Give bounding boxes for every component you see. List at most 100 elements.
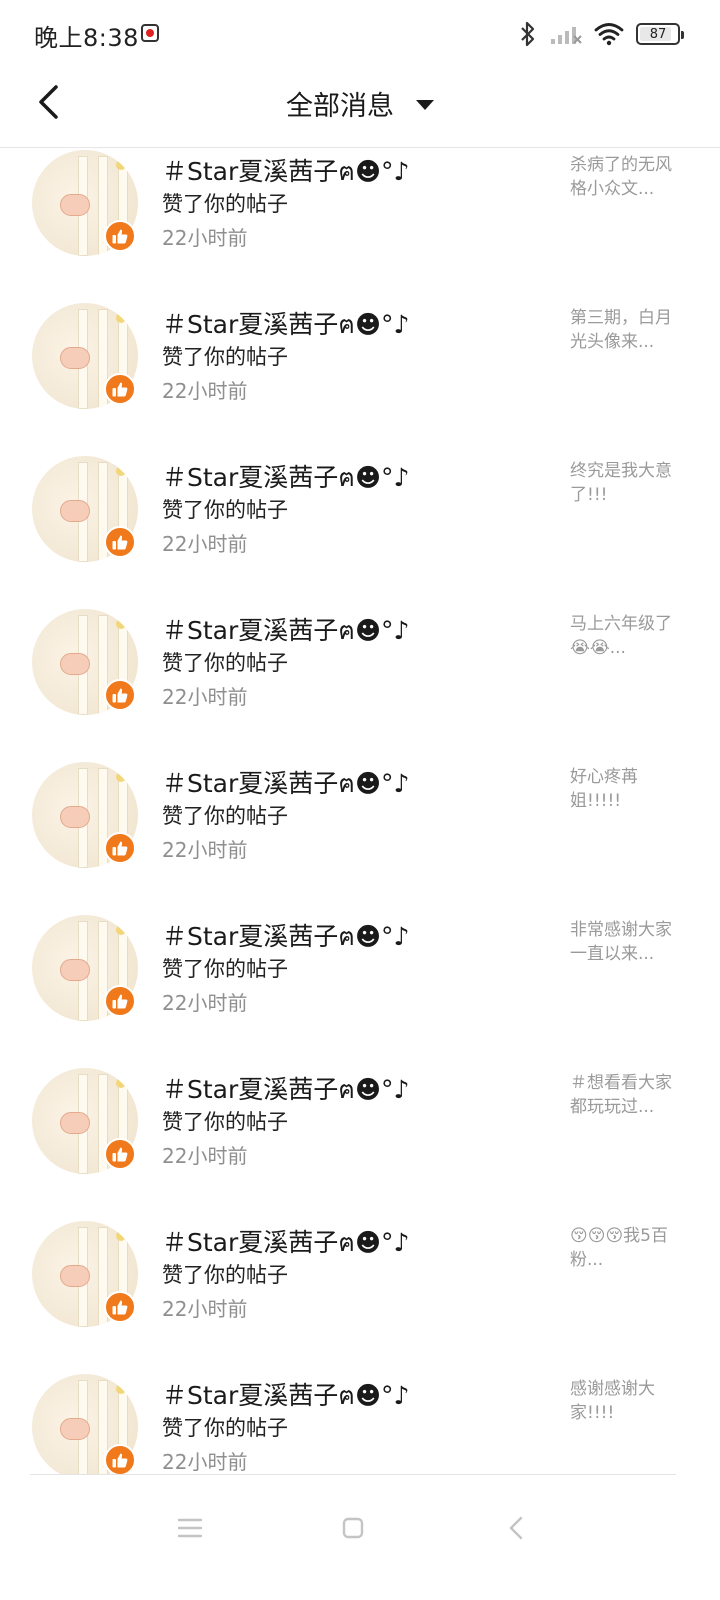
message-time: 22小时前 <box>162 1450 248 1474</box>
post-preview[interactable]: 杀病了的无风格小众文... <box>570 153 680 201</box>
avatar-hand <box>60 347 90 369</box>
thumbs-up-icon <box>112 994 128 1009</box>
like-badge <box>104 526 136 558</box>
message-action: 赞了你的帖子 <box>162 192 288 216</box>
like-badge <box>104 1291 136 1323</box>
thumbs-up-icon <box>112 1453 128 1468</box>
thumbs-up-icon <box>112 841 128 856</box>
post-preview[interactable]: 感谢感谢大家!!!! <box>570 1377 680 1425</box>
status-time: 晚上8:38 <box>34 24 139 52</box>
list-item[interactable]: ＃Star夏溪茜子ฅ☻°♪ 赞了你的帖子 22小时前 😚😚😚我5百粉... <box>0 1221 720 1374</box>
avatar-sparkle <box>116 1078 126 1088</box>
avatar-sparkle <box>116 772 126 782</box>
avatar-sparkle <box>116 313 126 323</box>
like-badge <box>104 373 136 405</box>
message-time: 22小时前 <box>162 685 248 709</box>
thumbs-up-icon <box>112 688 128 703</box>
message-action: 赞了你的帖子 <box>162 345 288 369</box>
message-time: 22小时前 <box>162 226 248 250</box>
list-item[interactable]: ＃Star夏溪茜子ฅ☻°♪ 赞了你的帖子 22小时前 ＃想看看大家都玩玩过... <box>0 1068 720 1221</box>
bluetooth-icon <box>521 21 535 47</box>
list-item[interactable]: ＃Star夏溪茜子ฅ☻°♪ 赞了你的帖子 22小时前 马上六年级了😭😭... <box>0 609 720 762</box>
message-action: 赞了你的帖子 <box>162 1110 288 1134</box>
avatar-hand <box>60 959 90 981</box>
sender-name[interactable]: ＃Star夏溪茜子ฅ☻°♪ <box>162 1070 410 1110</box>
message-time: 22小时前 <box>162 532 248 556</box>
list-item[interactable]: ＃Star夏溪茜子ฅ☻°♪ 赞了你的帖子 22小时前 第三期，白月光头像来... <box>0 303 720 456</box>
thumbs-up-icon <box>112 535 128 550</box>
message-time: 22小时前 <box>162 1144 248 1168</box>
message-action: 赞了你的帖子 <box>162 498 288 522</box>
post-preview[interactable]: 非常感谢大家一直以来... <box>570 918 680 966</box>
list-item[interactable]: ＃Star夏溪茜子ฅ☻°♪ 赞了你的帖子 22小时前 终究是我大意了!!! <box>0 456 720 609</box>
sender-name[interactable]: ＃Star夏溪茜子ฅ☻°♪ <box>162 764 410 804</box>
recent-apps-button[interactable] <box>168 1506 212 1550</box>
system-nav-bar <box>0 1474 720 1600</box>
message-time: 22小时前 <box>162 379 248 403</box>
message-action: 赞了你的帖子 <box>162 1263 288 1287</box>
message-list[interactable]: ＃Star夏溪茜子ฅ☻°♪ 赞了你的帖子 22小时前 杀病了的无风格小众文... ＃St… <box>0 148 720 1474</box>
status-bar: 晚上8:38 87 <box>0 0 720 66</box>
sender-name[interactable]: ＃Star夏溪茜子ฅ☻°♪ <box>162 305 410 345</box>
system-back-button[interactable] <box>494 1506 538 1550</box>
message-time: 22小时前 <box>162 991 248 1015</box>
message-time: 22小时前 <box>162 838 248 862</box>
header: 全部消息 <box>0 66 720 148</box>
home-square-icon <box>342 1517 364 1539</box>
avatar-hand <box>60 1265 90 1287</box>
message-action: 赞了你的帖子 <box>162 804 288 828</box>
message-action: 赞了你的帖子 <box>162 957 288 981</box>
avatar-hand <box>60 194 90 216</box>
post-preview[interactable]: 😚😚😚我5百粉... <box>570 1224 680 1272</box>
page-title: 全部消息 <box>286 91 394 122</box>
sender-name[interactable]: ＃Star夏溪茜子ฅ☻°♪ <box>162 611 410 651</box>
post-preview[interactable]: 马上六年级了😭😭... <box>570 612 680 660</box>
list-item[interactable]: ＃Star夏溪茜子ฅ☻°♪ 赞了你的帖子 22小时前 非常感谢大家一直以来... <box>0 915 720 1068</box>
avatar-hand <box>60 653 90 675</box>
message-filter-dropdown[interactable]: 全部消息 <box>0 84 720 123</box>
message-time: 22小时前 <box>162 1297 248 1321</box>
post-preview[interactable]: 第三期，白月光头像来... <box>570 306 680 354</box>
sender-name[interactable]: ＃Star夏溪茜子ฅ☻°♪ <box>162 917 410 957</box>
avatar-hand <box>60 1112 90 1134</box>
post-preview[interactable]: ＃想看看大家都玩玩过... <box>570 1071 680 1119</box>
wifi-icon <box>594 23 624 46</box>
sender-name[interactable]: ＃Star夏溪茜子ฅ☻°♪ <box>162 1223 410 1263</box>
nav-divider <box>30 1474 676 1475</box>
avatar-sparkle <box>116 1231 126 1241</box>
avatar-sparkle <box>116 925 126 935</box>
list-item[interactable]: ＃Star夏溪茜子ฅ☻°♪ 赞了你的帖子 22小时前 杀病了的无风格小众文... <box>0 150 720 303</box>
avatar-hand <box>60 1418 90 1440</box>
sender-name[interactable]: ＃Star夏溪茜子ฅ☻°♪ <box>162 458 410 498</box>
menu-icon <box>177 1518 203 1538</box>
like-badge <box>104 985 136 1017</box>
signal-icon <box>551 27 582 44</box>
avatar-sparkle <box>116 1384 126 1394</box>
avatar-sparkle <box>116 160 126 170</box>
sender-name[interactable]: ＃Star夏溪茜子ฅ☻°♪ <box>162 152 410 192</box>
back-triangle-icon <box>509 1516 523 1540</box>
post-preview[interactable]: 好心疼苒姐!!!!! <box>570 765 680 813</box>
thumbs-up-icon <box>112 1147 128 1162</box>
thumbs-up-icon <box>112 382 128 397</box>
home-button[interactable] <box>331 1506 375 1550</box>
like-badge <box>104 679 136 711</box>
post-preview[interactable]: 终究是我大意了!!! <box>570 459 680 507</box>
thumbs-up-icon <box>112 1300 128 1315</box>
notification-icon <box>141 24 159 42</box>
like-badge <box>104 220 136 252</box>
sender-name[interactable]: ＃Star夏溪茜子ฅ☻°♪ <box>162 1376 410 1416</box>
avatar-hand <box>60 500 90 522</box>
like-badge <box>104 1444 136 1474</box>
avatar-hand <box>60 806 90 828</box>
thumbs-up-icon <box>112 229 128 244</box>
list-item[interactable]: ＃Star夏溪茜子ฅ☻°♪ 赞了你的帖子 22小时前 好心疼苒姐!!!!! <box>0 762 720 915</box>
battery-percent: 87 <box>649 26 667 42</box>
avatar-sparkle <box>116 466 126 476</box>
message-action: 赞了你的帖子 <box>162 651 288 675</box>
like-badge <box>104 832 136 864</box>
avatar-sparkle <box>116 619 126 629</box>
list-item[interactable]: ＃Star夏溪茜子ฅ☻°♪ 赞了你的帖子 22小时前 感谢感谢大家!!!! <box>0 1374 720 1474</box>
message-action: 赞了你的帖子 <box>162 1416 288 1440</box>
battery-icon: 87 <box>636 23 684 45</box>
